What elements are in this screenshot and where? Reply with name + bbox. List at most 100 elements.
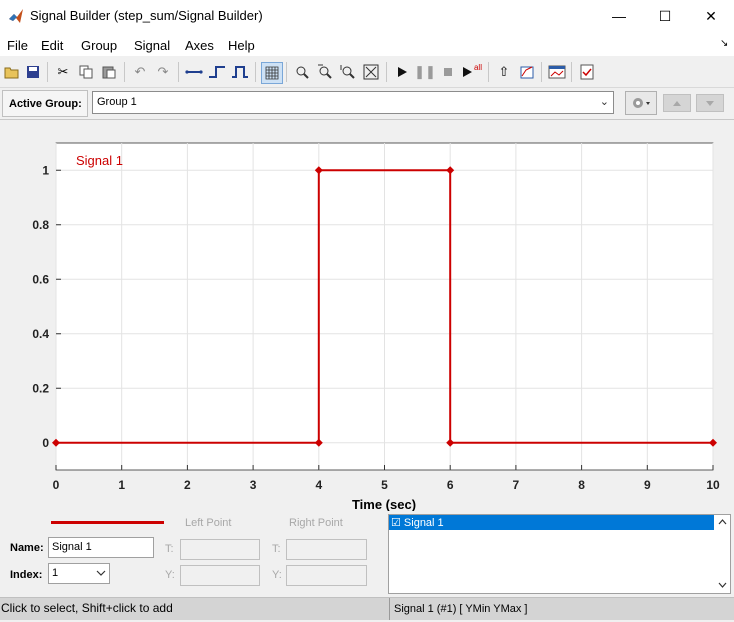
status-text: Click to select, Shift+click to add <box>1 601 173 615</box>
group-select-value: Group 1 <box>97 96 137 108</box>
left-point-y-field[interactable] <box>180 565 260 586</box>
signal-legend-line <box>51 521 164 524</box>
x-tick-label: 0 <box>53 478 60 492</box>
x-tick-label: 1 <box>118 478 125 492</box>
x-tick-label: 9 <box>644 478 651 492</box>
y-tick-label: 0.2 <box>32 381 49 395</box>
close-button[interactable]: ✕ <box>688 0 734 32</box>
zoom-x-icon[interactable] <box>315 62 335 82</box>
toolbar-separator <box>47 62 48 82</box>
scroll-down-icon[interactable] <box>718 582 727 588</box>
x-tick-label: 2 <box>184 478 191 492</box>
start-icon[interactable] <box>392 62 412 82</box>
toolbar-separator <box>571 62 572 82</box>
zoom-y-icon[interactable] <box>338 62 358 82</box>
move-group-up-button[interactable] <box>663 94 691 112</box>
fit-icon[interactable] <box>361 62 381 82</box>
maximize-button[interactable]: ☐ <box>642 0 688 32</box>
zoom-xy-icon[interactable] <box>292 62 312 82</box>
name-field-value: Signal 1 <box>52 541 92 553</box>
toolbar-separator <box>178 62 179 82</box>
x-tick-label: 7 <box>513 478 520 492</box>
series-label: Signal 1 <box>76 153 123 168</box>
status-divider <box>389 598 390 620</box>
menu-overflow-icon[interactable]: ↘ <box>720 38 728 49</box>
triangle-up-icon <box>673 101 681 106</box>
name-field[interactable]: Signal 1 <box>48 537 154 558</box>
index-select[interactable]: 1 <box>48 563 110 584</box>
signal-list[interactable]: ☑ Signal 1 <box>388 514 731 594</box>
verification-icon[interactable] <box>547 62 567 82</box>
status-bar: Click to select, Shift+click to add Sign… <box>0 597 734 620</box>
right-t-label: T: <box>272 543 281 555</box>
gear-icon <box>633 98 650 108</box>
y-tick-label: 0.4 <box>32 327 49 341</box>
move-group-down-button[interactable] <box>696 94 724 112</box>
go-to-block-icon[interactable]: ⇧ <box>494 62 514 82</box>
constant-icon[interactable] <box>184 62 204 82</box>
menu-group[interactable]: Group <box>81 38 117 53</box>
scroll-up-icon[interactable] <box>718 519 727 525</box>
menu-axes[interactable]: Axes <box>185 38 214 53</box>
toolbar-separator <box>386 62 387 82</box>
y-tick-label: 0 <box>42 436 49 450</box>
paste-icon[interactable] <box>99 62 119 82</box>
y-tick-label: 1 <box>42 163 49 177</box>
signal-chart[interactable]: 0 1 2 3 4 5 6 7 8 9 10 0 0.2 0.4 0.6 0.8 1 Time (sec) Si… <box>0 121 734 512</box>
save-icon[interactable] <box>23 62 43 82</box>
left-point-header: Left Point <box>185 517 232 529</box>
maximize-icon: ☐ <box>658 7 672 24</box>
requirements-icon[interactable] <box>577 62 597 82</box>
status-signal-info: Signal 1 (#1) [ YMin YMax ] <box>394 603 528 615</box>
toolbar: ✂ ↶ ↷ ❚❚ all ⇧ <box>0 57 734 88</box>
x-tick-label: 3 <box>250 478 257 492</box>
pulse-icon[interactable] <box>230 62 250 82</box>
stop-icon[interactable] <box>438 62 458 82</box>
window-title: Signal Builder (step_sum/Signal Builder) <box>30 8 263 23</box>
menu-help[interactable]: Help <box>228 38 255 53</box>
step-icon[interactable] <box>207 62 227 82</box>
grid-toggle-icon[interactable] <box>261 62 283 84</box>
list-item[interactable]: ☑ Signal 1 <box>389 515 714 530</box>
menu-edit[interactable]: Edit <box>41 38 63 53</box>
run-all-label: all <box>473 62 482 72</box>
list-scrollbar[interactable] <box>715 515 730 593</box>
redo-icon[interactable]: ↷ <box>153 62 173 82</box>
menu-signal[interactable]: Signal <box>134 38 170 53</box>
name-label: Name: <box>10 542 44 554</box>
list-item-label: ☑ Signal 1 <box>391 517 444 529</box>
minimize-button[interactable]: — <box>596 0 642 32</box>
settings-button[interactable] <box>625 91 657 115</box>
x-tick-label: 6 <box>447 478 454 492</box>
minimize-icon: — <box>612 8 626 24</box>
right-y-label: Y: <box>272 569 282 581</box>
pause-icon[interactable]: ❚❚ <box>414 62 436 82</box>
right-point-t-field[interactable] <box>286 539 367 560</box>
x-tick-label: 8 <box>578 478 585 492</box>
chevron-down-icon: ⌄ <box>599 96 609 108</box>
left-t-label: T: <box>165 543 174 555</box>
y-tick-label: 0.8 <box>32 218 49 232</box>
y-tick-label: 0.6 <box>32 272 49 286</box>
title-bar: Signal Builder (step_sum/Signal Builder)… <box>0 0 734 32</box>
toolbar-separator <box>541 62 542 82</box>
cut-icon[interactable]: ✂ <box>53 62 73 82</box>
toolbar-separator <box>124 62 125 82</box>
right-point-header: Right Point <box>289 517 343 529</box>
left-point-t-field[interactable] <box>180 539 260 560</box>
right-point-y-field[interactable] <box>286 565 367 586</box>
x-axis-label: Time (sec) <box>352 497 416 511</box>
toolbar-separator <box>488 62 489 82</box>
open-folder-icon[interactable] <box>2 62 22 82</box>
run-all-icon[interactable]: all <box>461 62 483 82</box>
close-icon: ✕ <box>705 7 717 24</box>
menu-file[interactable]: File <box>7 38 28 53</box>
index-select-value: 1 <box>52 567 59 579</box>
left-y-label: Y: <box>165 569 175 581</box>
chevron-down-icon <box>96 570 106 576</box>
copy-icon[interactable] <box>76 62 96 82</box>
group-select[interactable]: Group 1 ⌄ <box>92 91 614 114</box>
show-signal-icon[interactable] <box>517 62 537 82</box>
active-group-row: Active Group: Group 1 ⌄ <box>0 88 734 120</box>
undo-icon[interactable]: ↶ <box>130 62 150 82</box>
